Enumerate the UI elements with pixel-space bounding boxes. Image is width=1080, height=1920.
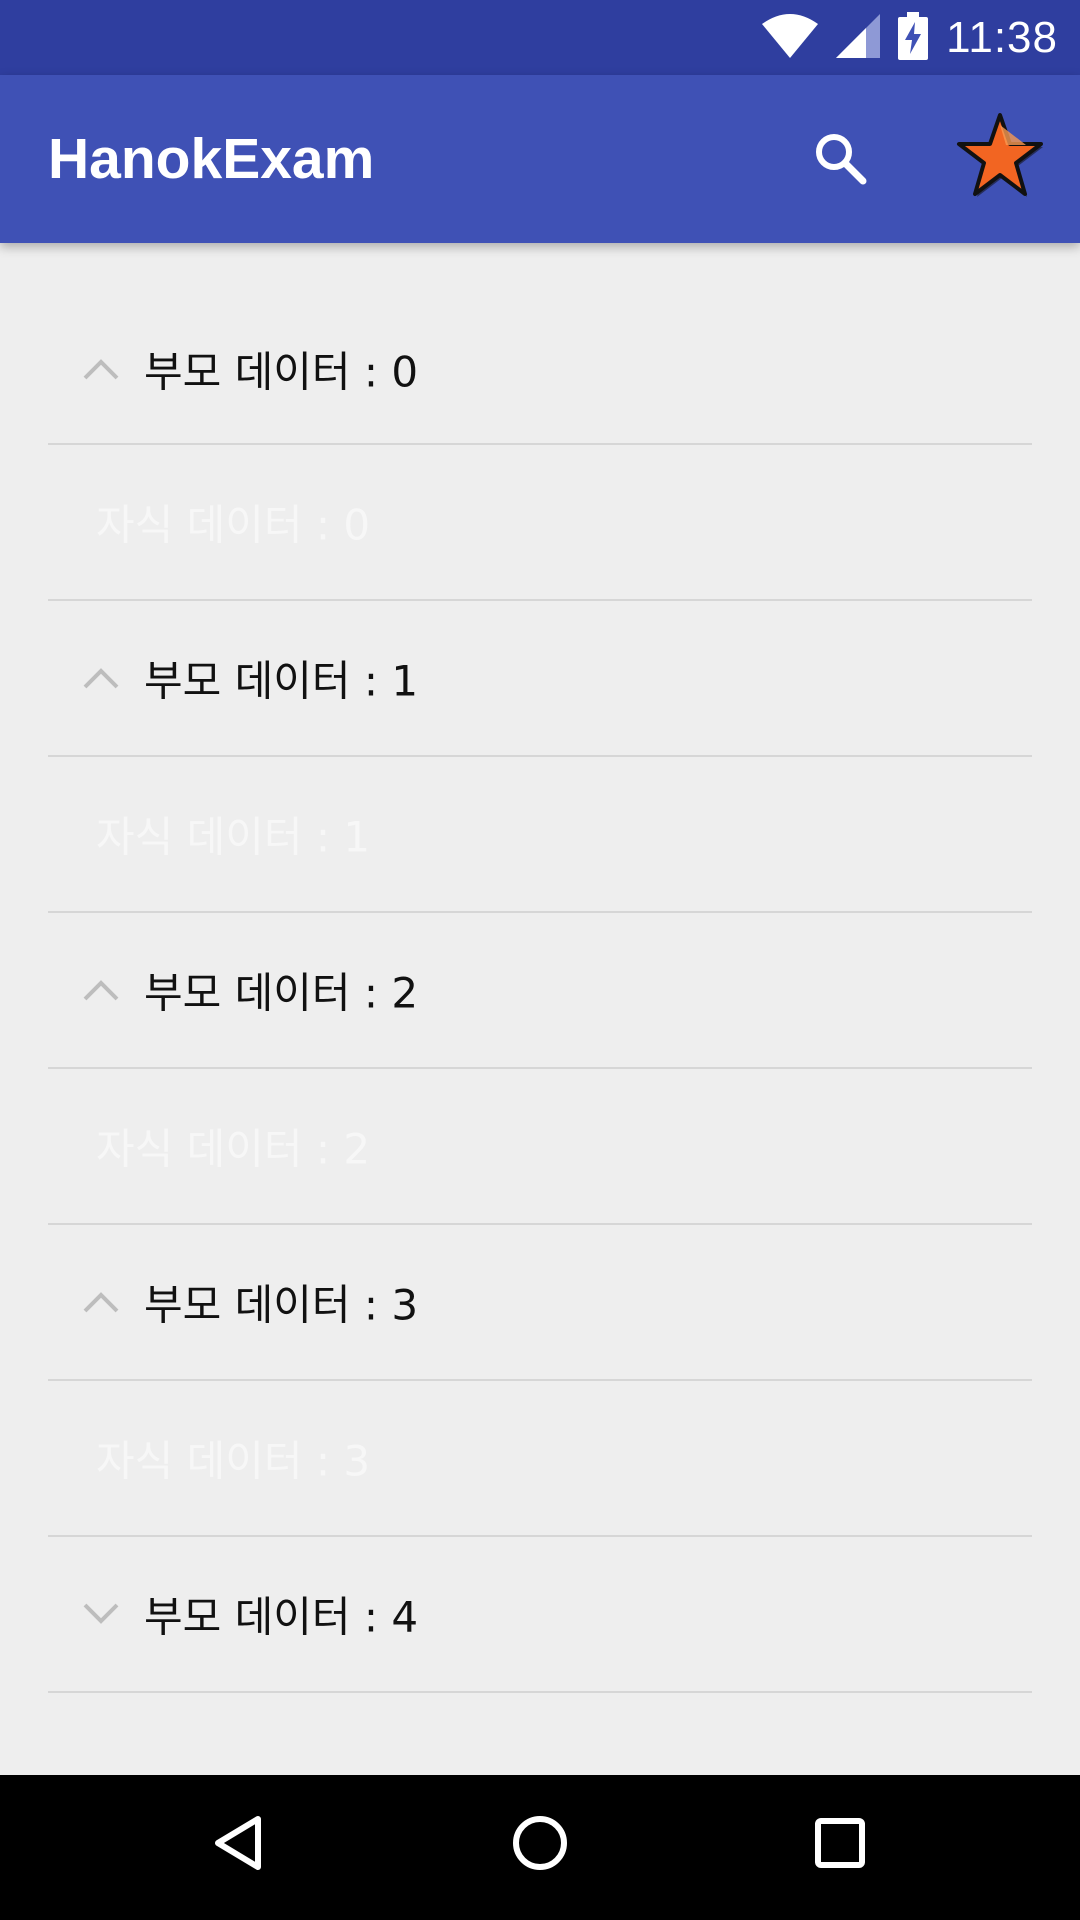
favorite-button[interactable] (950, 107, 1050, 207)
home-icon (510, 1813, 570, 1877)
list-child-item[interactable]: 자식 데이터 : 0 (48, 445, 1032, 601)
list-group-header[interactable]: 부모 데이터 : 1 (48, 601, 1032, 757)
child-label: 자식 데이터 : 2 (96, 1124, 371, 1174)
chevron-up-icon (83, 980, 119, 1001)
list-group-header[interactable]: 부모 데이터 : 0 (48, 243, 1032, 445)
list-group-header[interactable]: 부모 데이터 : 2 (48, 913, 1032, 1069)
list-child-item[interactable]: 자식 데이터 : 2 (48, 1069, 1032, 1225)
child-label: 자식 데이터 : 1 (96, 812, 371, 862)
back-icon (210, 1813, 270, 1877)
recents-button[interactable] (790, 1795, 890, 1895)
child-label: 자식 데이터 : 0 (96, 500, 371, 550)
group-label: 부모 데이터 : 4 (144, 1592, 419, 1642)
status-bar: 11:38 (0, 0, 1080, 75)
search-button[interactable] (805, 125, 875, 195)
group-label: 부모 데이터 : 0 (144, 347, 419, 397)
group-label: 부모 데이터 : 1 (144, 656, 419, 706)
chevron-up-icon (83, 668, 119, 689)
cell-signal-icon (836, 13, 881, 62)
child-label: 자식 데이터 : 3 (96, 1436, 371, 1486)
app-bar: HanokExam (0, 75, 1080, 243)
list-group-header[interactable]: 부모 데이터 : 4 (48, 1537, 1032, 1693)
battery-charging-icon (898, 11, 929, 64)
navigation-bar (0, 1775, 1080, 1920)
group-label: 부모 데이터 : 3 (144, 1280, 419, 1330)
star-icon (956, 111, 1044, 203)
status-time: 11:38 (946, 13, 1058, 62)
group-label: 부모 데이터 : 2 (144, 968, 419, 1018)
app-title: HanokExam (48, 127, 375, 191)
home-button[interactable] (490, 1795, 590, 1895)
status-icons: 11:38 (762, 0, 1058, 75)
chevron-up-icon (83, 359, 119, 380)
expandable-list: 부모 데이터 : 0 자식 데이터 : 0 부모 데이터 : 1 자식 데이터 … (0, 243, 1080, 1693)
list-child-item[interactable]: 자식 데이터 : 1 (48, 757, 1032, 913)
list-child-item[interactable]: 자식 데이터 : 3 (48, 1381, 1032, 1537)
chevron-down-icon (83, 1603, 119, 1624)
list-group-header[interactable]: 부모 데이터 : 3 (48, 1225, 1032, 1381)
recents-icon (810, 1813, 870, 1877)
wifi-icon (762, 13, 819, 62)
chevron-up-icon (83, 1292, 119, 1313)
search-icon (812, 130, 868, 190)
back-button[interactable] (190, 1795, 290, 1895)
